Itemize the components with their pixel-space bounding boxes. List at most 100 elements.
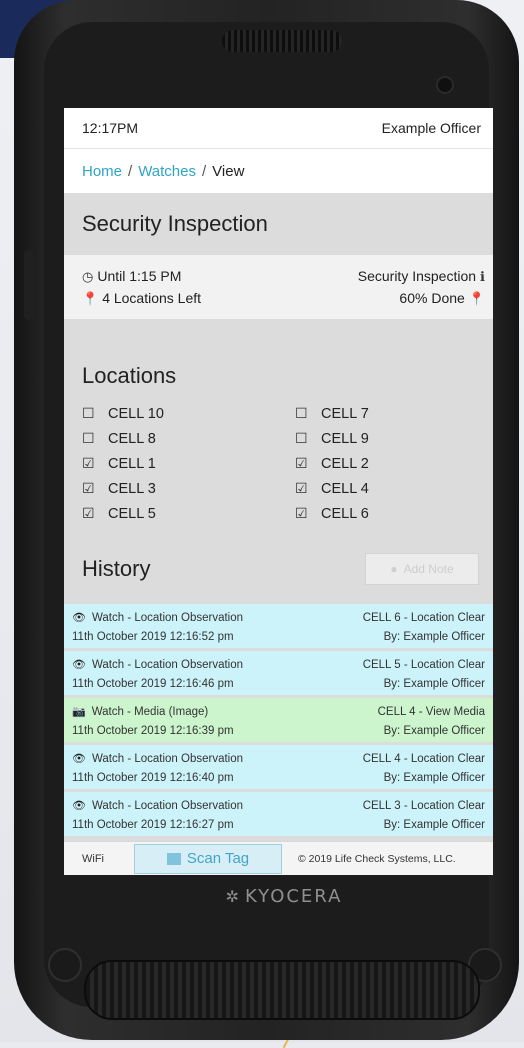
history-list: 👁 Watch - Location Observation CELL 6 - Lo… (64, 604, 493, 839)
history-timestamp: 11th October 2019 12:16:52 pm (72, 630, 234, 643)
history-entry: 👁 Watch - Location Observation CELL 6 - Lo… (64, 604, 493, 651)
location-label: CELL 9 (321, 430, 369, 447)
breadcrumb-home-link[interactable]: Home (82, 163, 122, 180)
location-label: CELL 3 (108, 480, 156, 497)
checked-box-icon[interactable]: ☑ (295, 505, 309, 522)
breadcrumb-separator: / (201, 162, 207, 180)
unchecked-box-icon[interactable]: ☐ (295, 405, 309, 422)
location-checkbox-item[interactable]: ☐ CELL 7 (295, 401, 395, 426)
camera-icon: 📷 (72, 706, 86, 718)
history-officer: By: Example Officer (383, 771, 485, 784)
history-event-text: Watch - Location Observation (91, 612, 244, 624)
eye-icon: 👁 (72, 753, 86, 765)
watch-type-text: Security Inspection (357, 267, 477, 284)
history-timestamp: 11th October 2019 12:16:27 pm (72, 818, 234, 831)
checked-box-icon[interactable]: ☑ (82, 505, 96, 522)
history-officer: By: Example Officer (383, 677, 485, 690)
clock-icon: ◷ (82, 268, 94, 284)
until-text: Until 1:15 PM (97, 267, 182, 284)
info-icon[interactable]: ℹ (480, 269, 485, 284)
location-label: CELL 5 (108, 505, 156, 522)
location-label: CELL 4 (321, 480, 369, 497)
location-checkbox-item[interactable]: ☑ CELL 5 (82, 501, 295, 526)
history-entry: 👁 Watch - Location Observation CELL 3 - Lo… (64, 792, 493, 839)
locations-left: 📍 4 Locations Left (82, 290, 201, 307)
history-event: 👁 Watch - Location Observation (72, 611, 243, 624)
location-label: CELL 2 (321, 455, 369, 472)
location-label: CELL 10 (108, 405, 164, 422)
history-event: 👁 Watch - Location Observation (72, 752, 243, 765)
location-checkbox-item[interactable]: ☐ CELL 9 (295, 426, 395, 451)
breadcrumb: Home / Watches / View (64, 148, 493, 193)
checked-box-icon[interactable]: ☑ (82, 480, 96, 497)
breadcrumb-watches-link[interactable]: Watches (138, 163, 196, 180)
history-event: 👁 Watch - Location Observation (72, 799, 243, 812)
history-entry: 👁 Watch - Location Observation CELL 5 - Lo… (64, 651, 493, 698)
location-checkbox-item[interactable]: ☐ CELL 8 (82, 426, 295, 451)
history-title: History (82, 556, 151, 581)
eye-icon: 👁 (72, 659, 86, 671)
add-note-label: Add Note (403, 562, 454, 576)
progress-done-text: 60% Done (399, 289, 465, 306)
history-event-text: Watch - Media (Image) (91, 706, 209, 718)
location-label: CELL 8 (108, 430, 156, 447)
history-result: CELL 4 - Location Clear (362, 752, 485, 765)
wifi-status: WiFi (82, 852, 104, 865)
scan-tag-button[interactable]: Scan Tag (134, 843, 282, 874)
location-checkbox-item[interactable]: ☐ CELL 10 (82, 401, 295, 426)
footer-bar: WiFi Scan Tag © 2019 Life Check Systems,… (64, 841, 493, 875)
breadcrumb-current: View (212, 162, 245, 180)
unchecked-box-icon[interactable]: ☐ (82, 430, 96, 447)
checked-box-icon[interactable]: ☑ (295, 455, 309, 472)
location-checkbox-item[interactable]: ☑ CELL 6 (295, 501, 395, 526)
checked-box-icon[interactable]: ☑ (82, 455, 96, 472)
bottom-speaker-grill (84, 960, 480, 1020)
front-camera (438, 78, 452, 92)
location-checkbox-item[interactable]: ☑ CELL 3 (82, 476, 295, 501)
history-result: CELL 3 - Location Clear (362, 799, 485, 812)
history-event: 📷 Watch - Media (Image) (72, 705, 208, 718)
status-bar: 12:17PM Example Officer (64, 108, 493, 148)
device-brand-logo: ✲ KYOCERA (214, 886, 354, 907)
unchecked-box-icon[interactable]: ☐ (295, 430, 309, 447)
location-checkbox-item[interactable]: ☑ CELL 1 (82, 451, 295, 476)
watch-summary: ◷ Until 1:15 PM Security Inspection ℹ 📍 4 L… (64, 255, 493, 319)
eye-icon: 👁 (72, 800, 86, 812)
history-entry[interactable]: 📷 Watch - Media (Image) CELL 4 - View Medi… (64, 698, 493, 745)
breadcrumb-separator: / (128, 162, 133, 180)
location-checkbox-item[interactable]: ☑ CELL 2 (295, 451, 395, 476)
add-note-button[interactable]: ● Add Note (365, 553, 479, 585)
history-event-text: Watch - Location Observation (91, 753, 244, 765)
map-pin-icon: 📍 (82, 290, 99, 306)
history-entry: 👁 Watch - Location Observation CELL 4 - Lo… (64, 745, 493, 792)
brand-text: KYOCERA (245, 886, 343, 907)
history-officer: By: Example Officer (383, 818, 485, 831)
scan-tag-label: Scan Tag (186, 850, 250, 867)
locations-left-text: 4 Locations Left (102, 289, 202, 306)
history-result: CELL 6 - Location Clear (362, 611, 485, 624)
tag-icon (166, 852, 181, 865)
location-label: CELL 6 (321, 505, 369, 522)
history-officer: By: Example Officer (383, 630, 485, 643)
history-header: History ● Add Note (64, 534, 493, 604)
locations-grid: ☐ CELL 10 ☐ CELL 7 ☐ CELL 8 ☐ CELL 9 ☑ CELL 1 ☑ CEL… (64, 401, 493, 526)
history-event-text: Watch - Location Observation (91, 800, 244, 812)
map-pin-icon: 📍 (468, 290, 485, 306)
location-label: CELL 7 (321, 405, 369, 422)
earpiece-speaker (222, 30, 342, 52)
unchecked-box-icon[interactable]: ☐ (82, 405, 96, 422)
locations-title: Locations (82, 363, 177, 388)
status-time: 12:17PM (82, 120, 139, 136)
side-button (24, 250, 34, 320)
location-checkbox-item[interactable]: ☑ CELL 4 (295, 476, 395, 501)
history-timestamp: 11th October 2019 12:16:46 pm (72, 677, 234, 690)
checked-box-icon[interactable]: ☑ (295, 480, 309, 497)
until-time: ◷ Until 1:15 PM (82, 268, 181, 285)
history-result[interactable]: CELL 4 - View Media (378, 706, 485, 718)
progress-done: 60% Done 📍 (399, 290, 485, 307)
history-officer: By: Example Officer (383, 724, 485, 737)
watch-type[interactable]: Security Inspection ℹ (358, 268, 485, 285)
bottom-left-knob (48, 948, 82, 982)
history-timestamp: 11th October 2019 12:16:39 pm (72, 724, 234, 737)
